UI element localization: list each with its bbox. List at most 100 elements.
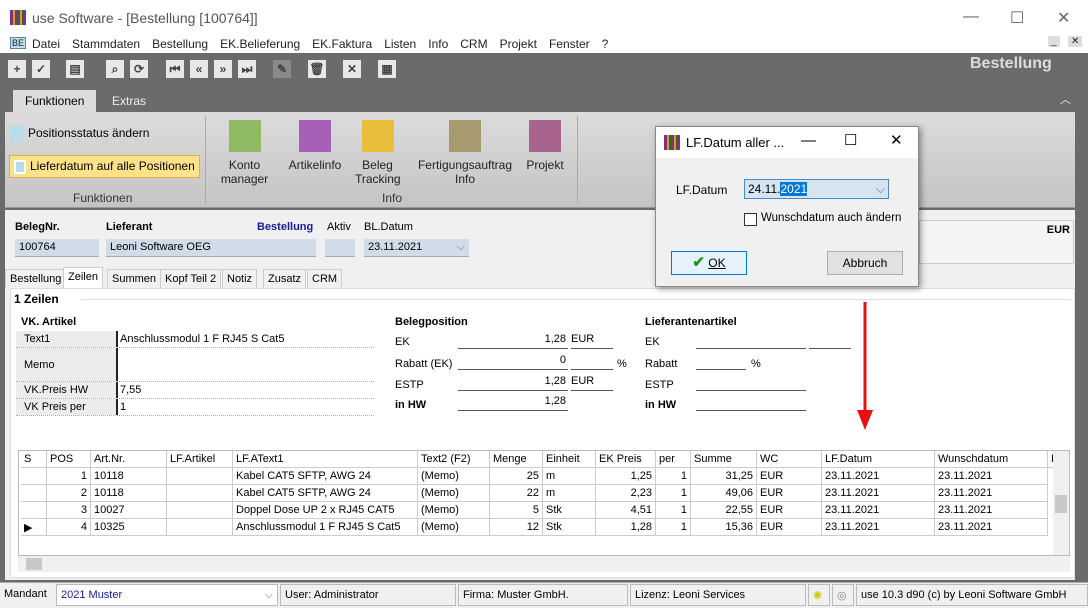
- grid-cell[interactable]: 10118: [91, 485, 167, 502]
- grid-cell[interactable]: (Memo): [418, 502, 490, 519]
- tab-bestellung[interactable]: Bestellung: [5, 269, 67, 288]
- menu-item-bestellung[interactable]: Bestellung: [152, 37, 208, 51]
- grid-cell[interactable]: 5: [490, 502, 543, 519]
- grid-cell[interactable]: 2,23: [596, 485, 656, 502]
- grid-header-per[interactable]: per: [656, 451, 691, 468]
- grid-cell[interactable]: 10027: [91, 502, 167, 519]
- tab-summen[interactable]: Summen: [107, 269, 162, 288]
- vertical-scrollbar[interactable]: [1053, 451, 1069, 555]
- dialog-minimize-button[interactable]: —: [801, 132, 816, 149]
- grid-cell[interactable]: 1: [47, 468, 91, 485]
- grid-cell[interactable]: 1: [656, 485, 691, 502]
- menu-item-info[interactable]: Info: [428, 37, 448, 51]
- vk-row-value[interactable]: 7,55: [116, 382, 374, 398]
- grid-cell[interactable]: 25: [490, 468, 543, 485]
- first-button[interactable]: ⏮: [166, 60, 184, 78]
- grid-cell[interactable]: 1,25: [596, 468, 656, 485]
- check-button[interactable]: ✓: [32, 60, 50, 78]
- grid-cell[interactable]: 23.11.2021: [935, 468, 1048, 485]
- estp-field[interactable]: 1,28: [458, 375, 568, 391]
- grid-cell[interactable]: EUR: [757, 519, 822, 536]
- grid-header-ekpreis[interactable]: EK Preis: [596, 451, 656, 468]
- tab-notiz[interactable]: Notiz: [222, 269, 258, 288]
- grid-cell[interactable]: 10325: [91, 519, 167, 536]
- grid-cell[interactable]: 1,28: [596, 519, 656, 536]
- grid-cell[interactable]: 1: [656, 502, 691, 519]
- tab-crm[interactable]: CRM: [307, 269, 343, 288]
- grid-cell[interactable]: 15,36: [691, 519, 757, 536]
- grid-cell[interactable]: (Memo): [418, 485, 490, 502]
- grid-cell[interactable]: (Memo): [418, 519, 490, 536]
- grid-cell[interactable]: 12: [490, 519, 543, 536]
- print-button[interactable]: ▤: [66, 60, 84, 78]
- grid-cell[interactable]: Stk: [543, 502, 596, 519]
- vk-row-value[interactable]: 1: [116, 399, 374, 415]
- search-button[interactable]: ⌕: [106, 60, 124, 78]
- grid-cell[interactable]: [21, 468, 47, 485]
- grid-header-text2f2[interactable]: Text2 (F2): [418, 451, 490, 468]
- vk-row-value[interactable]: [116, 348, 374, 381]
- fingerprint-icon[interactable]: ◎: [832, 584, 854, 606]
- grid-cell[interactable]: Kabel CAT5 SFTP, AWG 24: [233, 468, 418, 485]
- grid-cell[interactable]: EUR: [757, 468, 822, 485]
- abbruch-button[interactable]: Abbruch: [827, 251, 903, 275]
- grid-cell[interactable]: 22,55: [691, 502, 757, 519]
- grid-cell[interactable]: 4,51: [596, 502, 656, 519]
- grid-header-wc[interactable]: WC: [757, 451, 822, 468]
- last-button[interactable]: ⏭: [238, 60, 256, 78]
- menu-item-listen[interactable]: Listen: [384, 37, 416, 51]
- menu-item-ekfaktura[interactable]: EK.Faktura: [312, 37, 372, 51]
- dialog-close-button[interactable]: ✕: [890, 131, 903, 149]
- tab-funktionen[interactable]: Funktionen: [13, 90, 97, 112]
- close-button[interactable]: ✕: [1057, 8, 1070, 28]
- tab-extras[interactable]: Extras: [100, 90, 158, 112]
- grid-header-einheit[interactable]: Einheit: [543, 451, 596, 468]
- grid-cell[interactable]: 23.11.2021: [822, 485, 935, 502]
- collapse-ribbon-icon[interactable]: ︿: [1060, 91, 1071, 107]
- ribbon-konto-manager-button[interactable]: Konto manager: [217, 120, 272, 186]
- lief-estp-field[interactable]: [696, 375, 806, 391]
- grid-cell[interactable]: m: [543, 468, 596, 485]
- refresh-button[interactable]: ⟳: [130, 60, 148, 78]
- ek-field[interactable]: 1,28: [458, 333, 568, 349]
- next-button[interactable]: »: [214, 60, 232, 78]
- grid-cell[interactable]: [167, 485, 233, 502]
- grid-cell[interactable]: Stk: [543, 519, 596, 536]
- lief-hw-field[interactable]: [696, 395, 806, 411]
- grid-cell[interactable]: 4: [47, 519, 91, 536]
- grid-cell[interactable]: [21, 485, 47, 502]
- lieferant-field[interactable]: Leoni Software OEG: [106, 239, 316, 257]
- tab-kopf-teil-2[interactable]: Kopf Teil 2: [160, 269, 222, 288]
- grid-cell[interactable]: EUR: [757, 502, 822, 519]
- grid-cell[interactable]: 23.11.2021: [822, 468, 935, 485]
- grid-header-pos[interactable]: POS: [47, 451, 91, 468]
- grid-cell[interactable]: 2: [47, 485, 91, 502]
- ribbon-beleg-tracking-button[interactable]: Beleg Tracking: [355, 120, 401, 186]
- grid-cell[interactable]: EUR: [757, 485, 822, 502]
- bulb-icon[interactable]: ✺: [808, 584, 830, 606]
- add-button[interactable]: +: [8, 60, 26, 78]
- grid-cell[interactable]: 1: [656, 468, 691, 485]
- wunschdatum-checkbox[interactable]: [744, 213, 757, 226]
- bldatum-field[interactable]: 23.11.2021 ⌵: [364, 239, 469, 257]
- grid-cell[interactable]: Doppel Dose UP 2 x RJ45 CAT5: [233, 502, 418, 519]
- tab-zeilen[interactable]: Zeilen: [63, 267, 103, 288]
- grid-cell[interactable]: 22: [490, 485, 543, 502]
- minimize-button[interactable]: —: [963, 8, 979, 26]
- grid-cell[interactable]: 31,25: [691, 468, 757, 485]
- ok-button[interactable]: ✔ OK: [671, 251, 747, 275]
- mandant-select[interactable]: 2021 Muster ⌵: [56, 584, 278, 606]
- grid-header-artnr[interactable]: Art.Nr.: [91, 451, 167, 468]
- prev-button[interactable]: «: [190, 60, 208, 78]
- grid-cell[interactable]: 49,06: [691, 485, 757, 502]
- grid-header-lfartikel[interactable]: LF.Artikel: [167, 451, 233, 468]
- cancel-button[interactable]: ✕: [343, 60, 361, 78]
- grid-header-lfdatum[interactable]: LF.Datum: [822, 451, 935, 468]
- ribbon-projekt-button[interactable]: Projekt: [523, 120, 567, 172]
- mdi-minimize-button[interactable]: _: [1048, 36, 1060, 47]
- edit-button[interactable]: ✎: [273, 60, 291, 78]
- grid-cell[interactable]: 23.11.2021: [935, 502, 1048, 519]
- grid-cell[interactable]: 23.11.2021: [822, 519, 935, 536]
- grid-cell[interactable]: 10118: [91, 468, 167, 485]
- menu-item-stammdaten[interactable]: Stammdaten: [72, 37, 140, 51]
